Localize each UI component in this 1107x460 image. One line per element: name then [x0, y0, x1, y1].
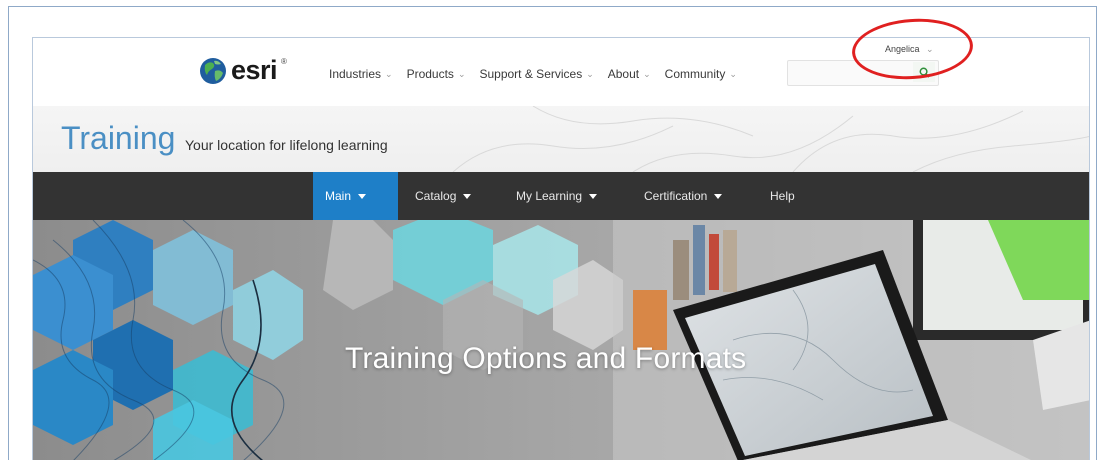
training-banner: Training Your location for lifelong lear…	[33, 106, 1089, 172]
nav-community[interactable]: Community ⌄	[665, 67, 737, 81]
browser-page: esri ® Industries ⌄ Products ⌄ Support &…	[32, 37, 1090, 460]
nav-label: Community	[664, 67, 726, 81]
chevron-down-icon: ⌄	[643, 68, 651, 79]
tab-main[interactable]: Main	[313, 172, 398, 220]
esri-logo[interactable]: esri ®	[199, 55, 287, 86]
tab-help[interactable]: Help	[770, 172, 795, 220]
nav-label: Support & Services	[479, 67, 583, 81]
nav-about[interactable]: About ⌄	[608, 67, 651, 81]
main-nav: Industries ⌄ Products ⌄ Support & Servic…	[329, 67, 751, 81]
nav-industries[interactable]: Industries ⌄	[329, 67, 393, 81]
hero-banner: Training Options and Formats	[33, 220, 1089, 460]
tab-label: Help	[770, 189, 795, 203]
tab-label: Main	[325, 189, 352, 203]
tab-label: Certification	[644, 189, 708, 203]
caret-down-icon	[714, 193, 723, 199]
chevron-down-icon: ⌄	[729, 68, 737, 79]
site-header: esri ® Industries ⌄ Products ⌄ Support &…	[33, 38, 1089, 106]
tab-label: My Learning	[516, 189, 583, 203]
user-menu[interactable]: Angelica ⌄	[885, 44, 934, 55]
nav-products[interactable]: Products ⌄	[407, 67, 466, 81]
caret-down-icon	[463, 193, 472, 199]
tab-my-learning[interactable]: My Learning	[516, 172, 598, 220]
hero-artwork	[33, 220, 1089, 460]
hero-title: Training Options and Formats	[345, 342, 747, 375]
nav-label: About	[607, 67, 640, 81]
nav-label: Products	[406, 67, 454, 81]
logo-text: esri	[231, 55, 278, 85]
tab-catalog[interactable]: Catalog	[415, 172, 472, 220]
training-nav: Main Catalog My Learning Certification H…	[33, 172, 1089, 220]
caret-down-icon	[589, 193, 598, 199]
page-title: Training	[61, 120, 176, 156]
chevron-down-icon: ⌄	[457, 68, 466, 79]
chevron-down-icon: ⌄	[926, 44, 934, 54]
user-name: Angelica	[885, 44, 920, 54]
caret-down-icon	[358, 193, 367, 199]
trademark: ®	[281, 57, 287, 66]
chevron-down-icon: ⌄	[586, 68, 594, 79]
nav-support-services[interactable]: Support & Services ⌄	[479, 67, 593, 81]
page-tagline: Your location for lifelong learning	[185, 137, 388, 153]
nav-label: Industries	[329, 67, 382, 81]
tab-certification[interactable]: Certification	[644, 172, 723, 220]
search-button[interactable]	[913, 62, 935, 82]
esri-globe-icon	[200, 57, 226, 84]
chevron-down-icon: ⌄	[385, 68, 393, 79]
tab-label: Catalog	[415, 189, 457, 203]
search-icon	[919, 67, 930, 78]
